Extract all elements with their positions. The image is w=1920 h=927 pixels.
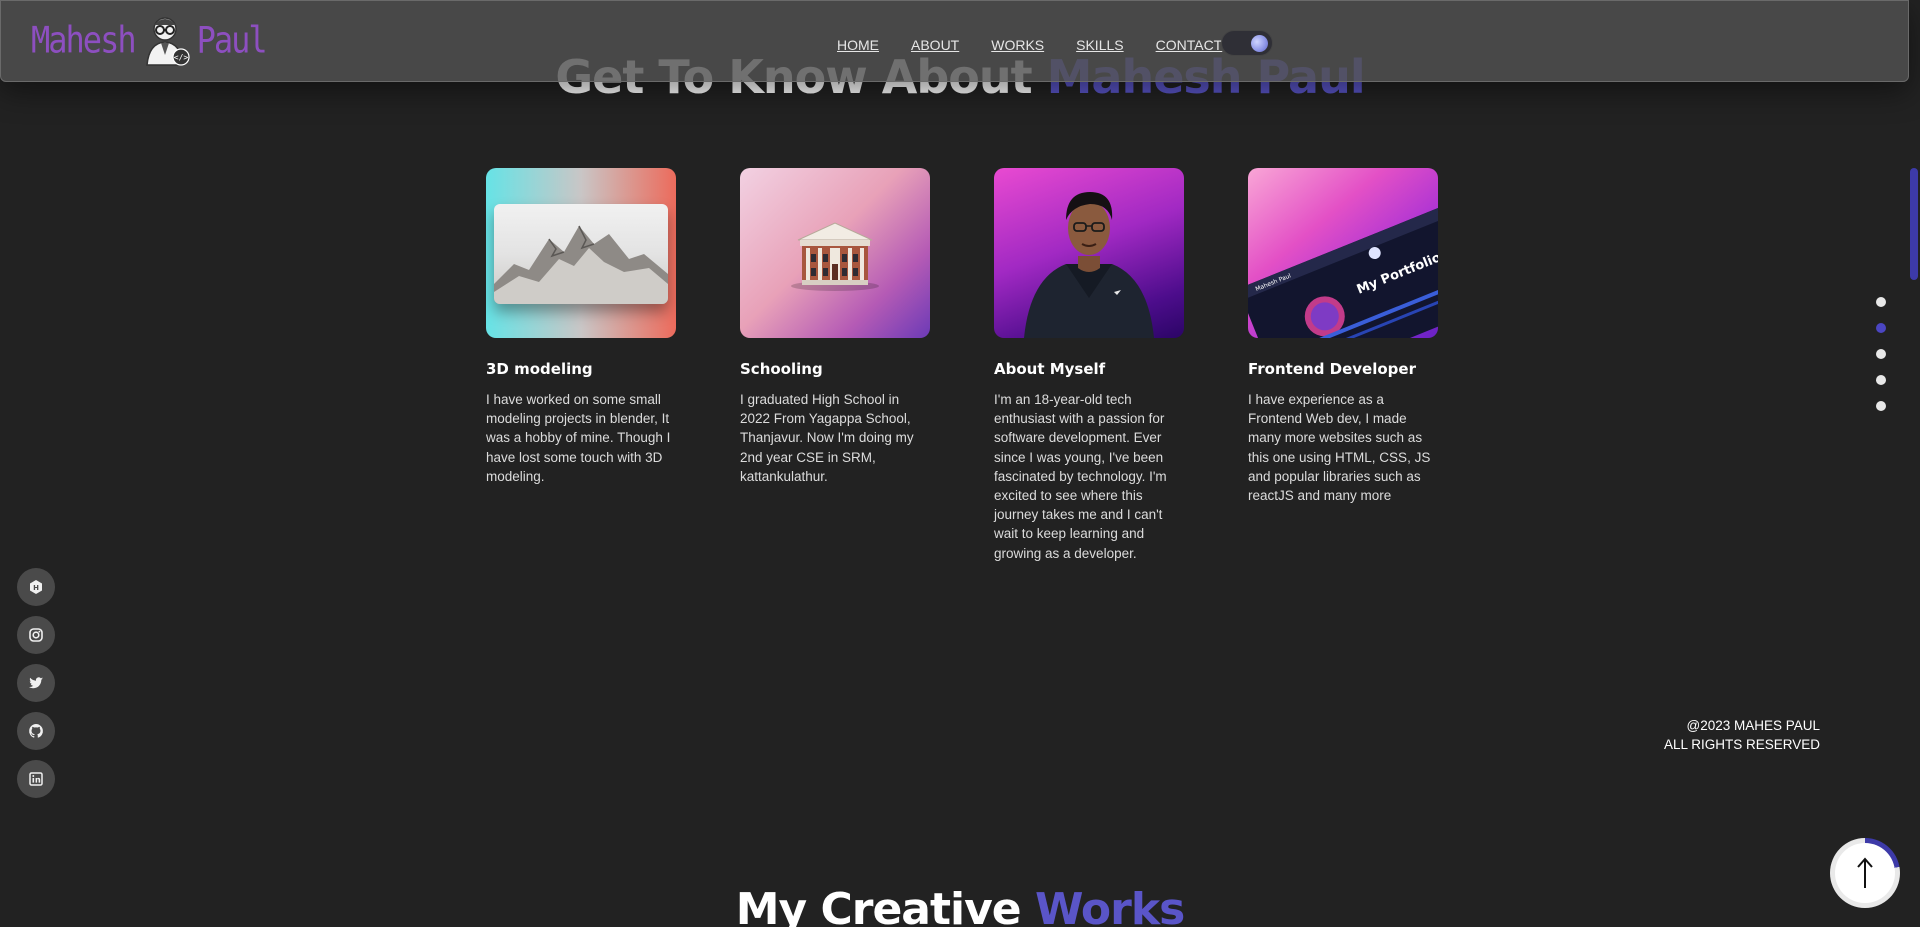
mountain-graphic	[494, 225, 668, 304]
instagram-icon	[29, 628, 43, 642]
person-portrait-image	[1024, 192, 1154, 338]
nav-works-link[interactable]: WORKS	[991, 37, 1044, 53]
copyright-line-2: ALL RIGHTS RESERVED	[1663, 737, 1820, 752]
twitter-icon	[29, 677, 43, 689]
page-scroll-indicator	[1910, 168, 1918, 280]
snowy-mountain-image	[494, 204, 668, 304]
nav-contact-link[interactable]: CONTACT	[1156, 37, 1223, 53]
hashnode-icon: H	[30, 580, 42, 594]
about-card-schooling: Schooling I graduated High School in 202…	[740, 168, 930, 486]
linkedin-icon	[29, 772, 43, 786]
theme-toggle[interactable]	[1221, 30, 1273, 56]
section-dot-5[interactable]	[1876, 401, 1886, 411]
twitter-link[interactable]	[17, 664, 55, 702]
instagram-link[interactable]	[17, 616, 55, 654]
navbar: Mahesh </> Paul HOME ABOUT WORKS SKILLS …	[0, 0, 1909, 82]
card-title: Schooling	[740, 360, 823, 378]
logo-last-name: Paul	[196, 18, 268, 62]
school-building-icon	[791, 222, 879, 291]
about-card-3d-modeling: 3D modeling I have worked on some small …	[486, 168, 676, 486]
svg-text:H: H	[33, 584, 39, 592]
about-card-frontend: My Portfolio Mahesh Paul Frontend Develo…	[1248, 168, 1438, 505]
card-image-portfolio-screenshot: My Portfolio Mahesh Paul	[1248, 168, 1438, 338]
card-image-3d-modeling	[486, 168, 676, 338]
card-image-portrait	[994, 168, 1184, 338]
section-dot-2[interactable]	[1876, 323, 1886, 333]
svg-text:</>: </>	[173, 53, 188, 62]
works-title-prefix: My Creative	[735, 884, 1022, 927]
logo-first-name: Mahesh	[31, 18, 137, 62]
card-title: About Myself	[994, 360, 1106, 378]
section-dot-1[interactable]	[1876, 297, 1886, 307]
nav-home-link[interactable]: HOME	[837, 37, 879, 53]
card-text: I'm an 18-year-old tech enthusiast with …	[994, 392, 1167, 561]
card-text: I graduated High School in 2022 From Yag…	[740, 392, 914, 484]
card-image-schooling	[740, 168, 930, 338]
card-text: I have worked on some small modeling pro…	[486, 392, 671, 484]
card-title: Frontend Developer	[1248, 360, 1416, 378]
section-dot-4[interactable]	[1876, 375, 1886, 385]
card-title: 3D modeling	[486, 360, 593, 378]
works-section-title: My Creative Works	[0, 884, 1920, 927]
moon-icon	[1251, 35, 1268, 52]
logo[interactable]: Mahesh </> Paul	[31, 15, 268, 66]
portfolio-screenshot-image: My Portfolio Mahesh Paul	[1248, 202, 1438, 338]
nav-links: HOME ABOUT WORKS SKILLS CONTACT	[837, 37, 1254, 53]
scroll-to-top-inner	[1835, 843, 1895, 903]
github-icon	[29, 724, 43, 738]
copyright-line-1: @2023 MAHES PAUL	[1686, 718, 1820, 733]
section-dot-3[interactable]	[1876, 349, 1886, 359]
linkedin-link[interactable]	[17, 760, 55, 798]
hashnode-link[interactable]: H	[17, 568, 55, 606]
card-text: I have experience as a Frontend Web dev,…	[1248, 392, 1431, 504]
works-title-accent: Works	[1034, 884, 1185, 927]
about-card-myself: About Myself I'm an 18-year-old tech ent…	[994, 168, 1184, 563]
copyright-note: @2023 MAHES PAUL ALL RIGHTS RESERVED	[1664, 716, 1820, 754]
nav-about-link[interactable]: ABOUT	[911, 37, 959, 53]
arrow-up-icon	[1857, 857, 1873, 888]
github-link[interactable]	[17, 712, 55, 750]
nav-skills-link[interactable]: SKILLS	[1076, 37, 1123, 53]
scroll-to-top-button[interactable]	[1830, 838, 1900, 908]
developer-mascot-icon: </>	[145, 17, 190, 66]
